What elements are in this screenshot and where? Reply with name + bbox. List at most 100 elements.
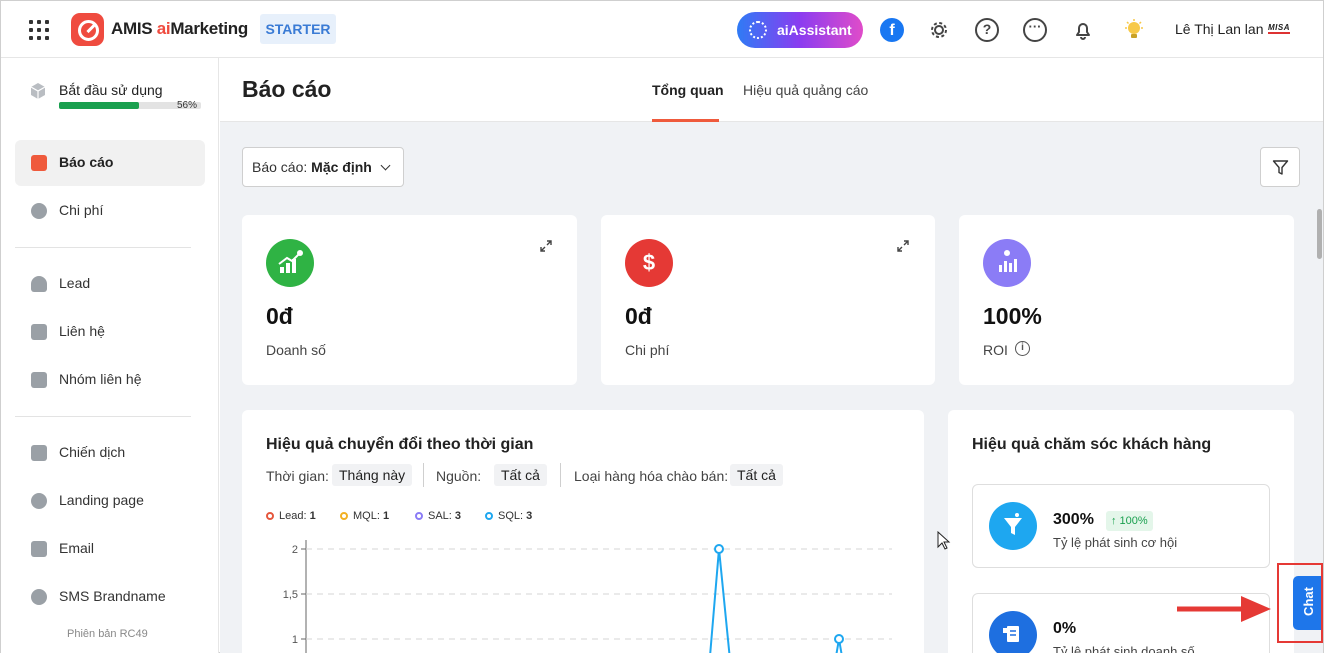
kpi-label: Doanh số (266, 342, 326, 358)
sms-icon (31, 589, 47, 605)
sidebar-item-bao-cao[interactable]: Báo cáo (15, 140, 205, 186)
chat-button[interactable]: Chat (1293, 576, 1321, 630)
sidebar: Bắt đầu sử dụng 56% Báo cáo Chi phí Lead… (1, 58, 219, 653)
ai-sparkle-icon (749, 21, 767, 39)
arrow-annotation-icon (1177, 596, 1271, 622)
contact-card-icon (31, 324, 47, 340)
sidebar-item-landing-page[interactable]: Landing page (15, 478, 205, 524)
sql-data-point (834, 634, 844, 644)
bell-icon[interactable] (1071, 18, 1095, 42)
ai-assistant-button[interactable]: aiAssistant (737, 12, 863, 48)
chevron-down-icon (380, 160, 391, 171)
report-select-prefix: Báo cáo: (252, 159, 312, 175)
legend-item-sql[interactable]: SQL: 3 (485, 510, 532, 522)
page-title: Báo cáo (242, 76, 332, 102)
bar-chart-icon (31, 155, 47, 171)
sidebar-item-label: Liên hệ (59, 323, 105, 339)
legend-item-mql[interactable]: MQL: 1 (340, 510, 389, 522)
sql-series-line (709, 548, 731, 653)
care-label: Tỷ lệ phát sinh doanh số (1053, 644, 1195, 653)
filter-label-source: Nguồn: (436, 468, 482, 484)
filter-divider (560, 463, 561, 487)
top-bar: AMIS aiMarketing STARTER aiAssistant f ?… (1, 1, 1323, 58)
amis-logo-icon[interactable] (71, 13, 104, 46)
company-logo: MISA (1268, 23, 1290, 34)
apps-grid-icon[interactable] (29, 20, 49, 40)
report-select-value: Mặc định (311, 159, 372, 175)
kpi-value: 100% (983, 303, 1042, 329)
mail-icon (31, 541, 47, 557)
sidebar-item-chi-phi[interactable]: Chi phí (15, 188, 205, 234)
sidebar-item-lien-he[interactable]: Liên hệ (15, 309, 205, 355)
kpi-label: Chi phí (625, 342, 670, 358)
chart-title: Hiệu quả chuyển đổi theo thời gian (266, 436, 534, 453)
brand-name[interactable]: AMIS aiMarketing (111, 19, 248, 39)
page-header: Báo cáo Tổng quan Hiệu quả quảng cáo (220, 58, 1323, 122)
change-badge: ↑ 100% (1106, 511, 1153, 531)
version-label: Phiên bản RC49 (67, 628, 148, 640)
onboarding-label: Bắt đầu sử dụng (59, 82, 163, 98)
sidebar-item-label: Báo cáo (59, 154, 114, 170)
sidebar-item-label: Landing page (59, 492, 144, 508)
kpi-label: ROI (983, 342, 1008, 358)
active-tab-indicator (652, 119, 719, 122)
more-options-icon[interactable]: ··· (1023, 18, 1047, 42)
sidebar-item-lead[interactable]: Lead (15, 261, 205, 307)
sql-data-point (714, 544, 724, 554)
filter-label-product-type: Loại hàng hóa chào bán: (574, 468, 729, 484)
sidebar-divider (15, 247, 191, 248)
filter-product-type-select[interactable]: Tất cả (730, 464, 783, 486)
megaphone-icon (31, 445, 47, 461)
kpi-value: 0đ (625, 303, 652, 329)
sidebar-item-label: Nhóm liên hệ (59, 371, 142, 387)
mouse-cursor-icon (937, 531, 951, 550)
users-icon (31, 276, 47, 292)
y-tick-label: 1 (292, 634, 298, 646)
sidebar-item-label: Email (59, 540, 95, 556)
receipt-icon (989, 611, 1037, 653)
filter-time-select[interactable]: Tháng này (332, 464, 413, 486)
tab-hieu-qua-quang-cao[interactable]: Hiệu quả quảng cáo (743, 82, 868, 98)
filter-label-time: Thời gian: (266, 468, 329, 484)
facebook-icon[interactable]: f (880, 18, 904, 42)
dollar-icon (31, 203, 47, 219)
kpi-card-roi: 100% ROI i (959, 215, 1294, 385)
ai-assistant-label: aiAssistant (777, 22, 852, 38)
tab-tong-quan[interactable]: Tổng quan (652, 82, 724, 98)
onboarding-percent: 56% (177, 100, 198, 111)
scrollbar-thumb[interactable] (1317, 209, 1322, 259)
kpi-card-doanh-so: 0đ Doanh số (242, 215, 577, 385)
user-name[interactable]: Lê Thị Lan lan (1175, 21, 1263, 37)
y-tick-label: 2 (292, 544, 298, 556)
kpi-card-chi-phi: $ 0đ Chi phí (601, 215, 935, 385)
sidebar-item-email[interactable]: Email (15, 526, 205, 572)
dollar-icon: $ (625, 239, 673, 287)
filter-icon (1272, 160, 1289, 175)
sidebar-item-nhom-lien-he[interactable]: Nhóm liên hệ (15, 357, 205, 403)
filter-button[interactable] (1260, 147, 1300, 187)
lightbulb-icon[interactable] (1122, 18, 1146, 42)
gear-icon[interactable] (927, 18, 951, 42)
roi-chart-icon (983, 239, 1031, 287)
legend-item-lead[interactable]: Lead: 1 (266, 510, 316, 522)
sidebar-item-sms-brandname[interactable]: SMS Brandname (15, 574, 205, 620)
conversion-line-chart: 21,51 (283, 540, 892, 653)
expand-icon[interactable] (896, 239, 910, 253)
plan-badge: STARTER (260, 14, 336, 44)
care-value: 0% (1053, 620, 1077, 637)
globe-icon (31, 493, 47, 509)
chat-label: Chat (1300, 587, 1316, 616)
info-icon[interactable]: i (1015, 341, 1030, 356)
help-icon[interactable]: ? (975, 18, 999, 42)
funnel-icon (989, 502, 1037, 550)
sidebar-item-label: SMS Brandname (59, 588, 166, 604)
filter-divider (423, 463, 424, 487)
filter-source-select[interactable]: Tất cả (494, 464, 547, 486)
care-title: Hiệu quả chăm sóc khách hàng (972, 436, 1212, 453)
expand-icon[interactable] (539, 239, 553, 253)
report-select[interactable]: Báo cáo: Mặc định (242, 147, 404, 187)
sidebar-item-chien-dich[interactable]: Chiến dịch (15, 430, 205, 476)
main-content: Báo cáo Tổng quan Hiệu quả quảng cáo Báo… (220, 58, 1323, 653)
care-metric-opportunity[interactable]: 300% ↑ 100% Tỷ lệ phát sinh cơ hội (972, 484, 1270, 568)
legend-item-sal[interactable]: SAL: 3 (415, 510, 461, 522)
